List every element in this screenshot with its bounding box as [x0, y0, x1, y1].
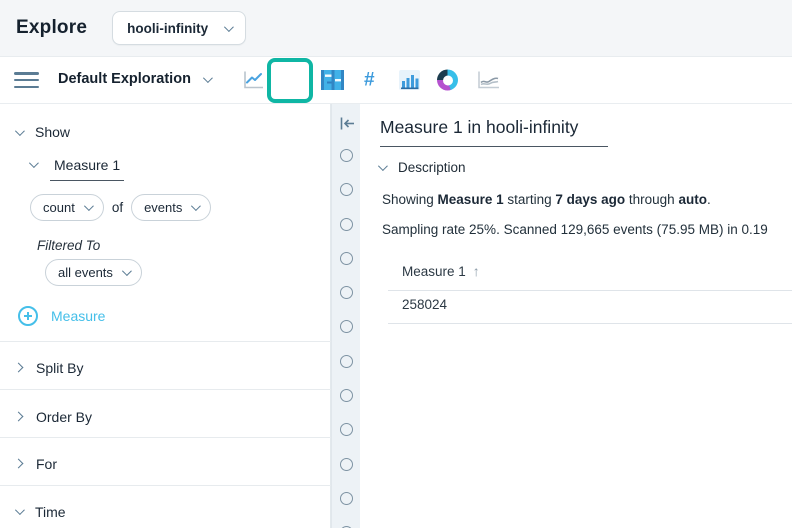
sort-ascending-icon: ↑ [472, 263, 480, 279]
add-measure-button[interactable]: Measure [18, 306, 105, 326]
section-show-label: Show [35, 124, 71, 140]
rail-dot[interactable] [339, 286, 353, 300]
chevron-right-icon [13, 362, 24, 373]
chevron-right-icon [13, 458, 24, 469]
chevron-down-icon [83, 201, 94, 212]
divider [0, 437, 331, 438]
combo-chart-icon [478, 71, 499, 89]
bar-chart-icon [399, 70, 420, 90]
page-title: Explore [16, 17, 88, 38]
of-label: of [111, 200, 124, 215]
section-show[interactable]: Show [14, 124, 71, 140]
chevron-down-icon [191, 201, 202, 212]
rail-dot[interactable] [339, 251, 353, 265]
target-select[interactable]: events [131, 194, 212, 221]
collapse-panel-button[interactable] [339, 116, 355, 131]
rail-dot[interactable] [339, 423, 353, 437]
filter-select-value: all events [58, 265, 113, 280]
query-history-rail [331, 104, 360, 528]
exploration-name[interactable]: Default Exploration [58, 71, 191, 87]
rail-dots [332, 149, 360, 528]
exploration-toolbar: Default Exploration # [0, 57, 792, 156]
bar-chart-view-button[interactable] [399, 70, 420, 90]
section-split-by-label: Split By [36, 359, 84, 376]
table-divider [388, 323, 792, 324]
description-toggle[interactable]: Description [377, 160, 466, 175]
add-measure-label: Measure [51, 308, 106, 324]
rail-dot[interactable] [339, 320, 353, 334]
chevron-down-icon[interactable] [28, 158, 39, 169]
dataset-selector[interactable]: hooli-infinity [112, 11, 247, 45]
chevron-down-icon [377, 161, 388, 172]
section-for[interactable]: For [13, 450, 57, 477]
line-chart-view-button[interactable] [242, 70, 265, 91]
trace-waterfall-view-button[interactable] [321, 70, 344, 90]
sampling-summary-text: Sampling rate 25%. Scanned 129,665 event… [382, 222, 768, 237]
divider [0, 485, 331, 486]
aggregate-select-value: count [43, 200, 75, 215]
hash-icon: # [364, 69, 375, 91]
description-label: Description [398, 160, 466, 175]
aggregate-row: count of events [30, 194, 212, 221]
donut-chart-icon [437, 69, 458, 91]
filter-select[interactable]: all events [45, 259, 142, 286]
rail-dot[interactable] [339, 457, 353, 471]
chevron-down-icon [14, 505, 25, 516]
chevron-right-icon [13, 411, 24, 422]
section-order-by[interactable]: Order By [13, 403, 93, 430]
query-summary-text: Showing Measure 1 starting 7 days ago th… [382, 192, 711, 207]
section-split-by[interactable]: Split By [13, 354, 84, 381]
table-column-header[interactable]: Measure 1 ↑ [402, 263, 480, 279]
divider [0, 341, 331, 342]
section-time[interactable]: Time [14, 498, 66, 525]
chevron-down-icon [14, 125, 25, 136]
line-chart-icon [244, 71, 263, 89]
chevron-down-icon [121, 266, 132, 277]
filter-row: all events [45, 259, 142, 286]
section-for-label: For [36, 455, 57, 472]
table-divider [388, 290, 792, 291]
measure-row: Measure 1 [28, 157, 125, 181]
chevron-down-icon[interactable] [202, 73, 213, 84]
filtered-to-label: Filtered To [37, 238, 101, 253]
rail-dot[interactable] [339, 149, 353, 162]
donut-chart-view-button[interactable] [437, 69, 458, 91]
table-row[interactable]: 258024 [402, 297, 447, 312]
table-column-label: Measure 1 [402, 263, 466, 279]
explore-page: Explore hooli-infinity Default Explorati… [0, 0, 792, 528]
plus-circle-icon [18, 306, 38, 326]
section-time-label: Time [35, 503, 66, 520]
top-header: Explore hooli-infinity [0, 0, 792, 57]
query-title-field[interactable]: Measure 1 in hooli-infinity [380, 117, 608, 147]
dataset-selector-value: hooli-infinity [127, 20, 209, 36]
section-order-by-label: Order By [36, 408, 93, 425]
menu-icon[interactable] [14, 72, 39, 92]
collapse-left-icon [340, 117, 354, 130]
combo-chart-view-button[interactable] [477, 71, 501, 90]
chevron-down-icon [224, 21, 234, 32]
rail-dot[interactable] [339, 354, 353, 368]
aggregate-select[interactable]: count [30, 194, 104, 221]
measure-name-field[interactable]: Measure 1 [50, 157, 125, 181]
trace-waterfall-icon [321, 70, 344, 90]
query-builder-sidebar: Show Measure 1 count of events Filtered … [0, 104, 331, 528]
rail-dot[interactable] [339, 217, 353, 231]
rail-dot[interactable] [339, 183, 353, 197]
raw-data-view-button[interactable]: # [364, 71, 375, 90]
target-select-value: events [144, 200, 183, 215]
rail-dot[interactable] [339, 491, 353, 505]
rail-dot[interactable] [339, 389, 353, 403]
results-panel: Measure 1 in hooli-infinity Description … [360, 104, 792, 528]
divider [0, 389, 331, 390]
